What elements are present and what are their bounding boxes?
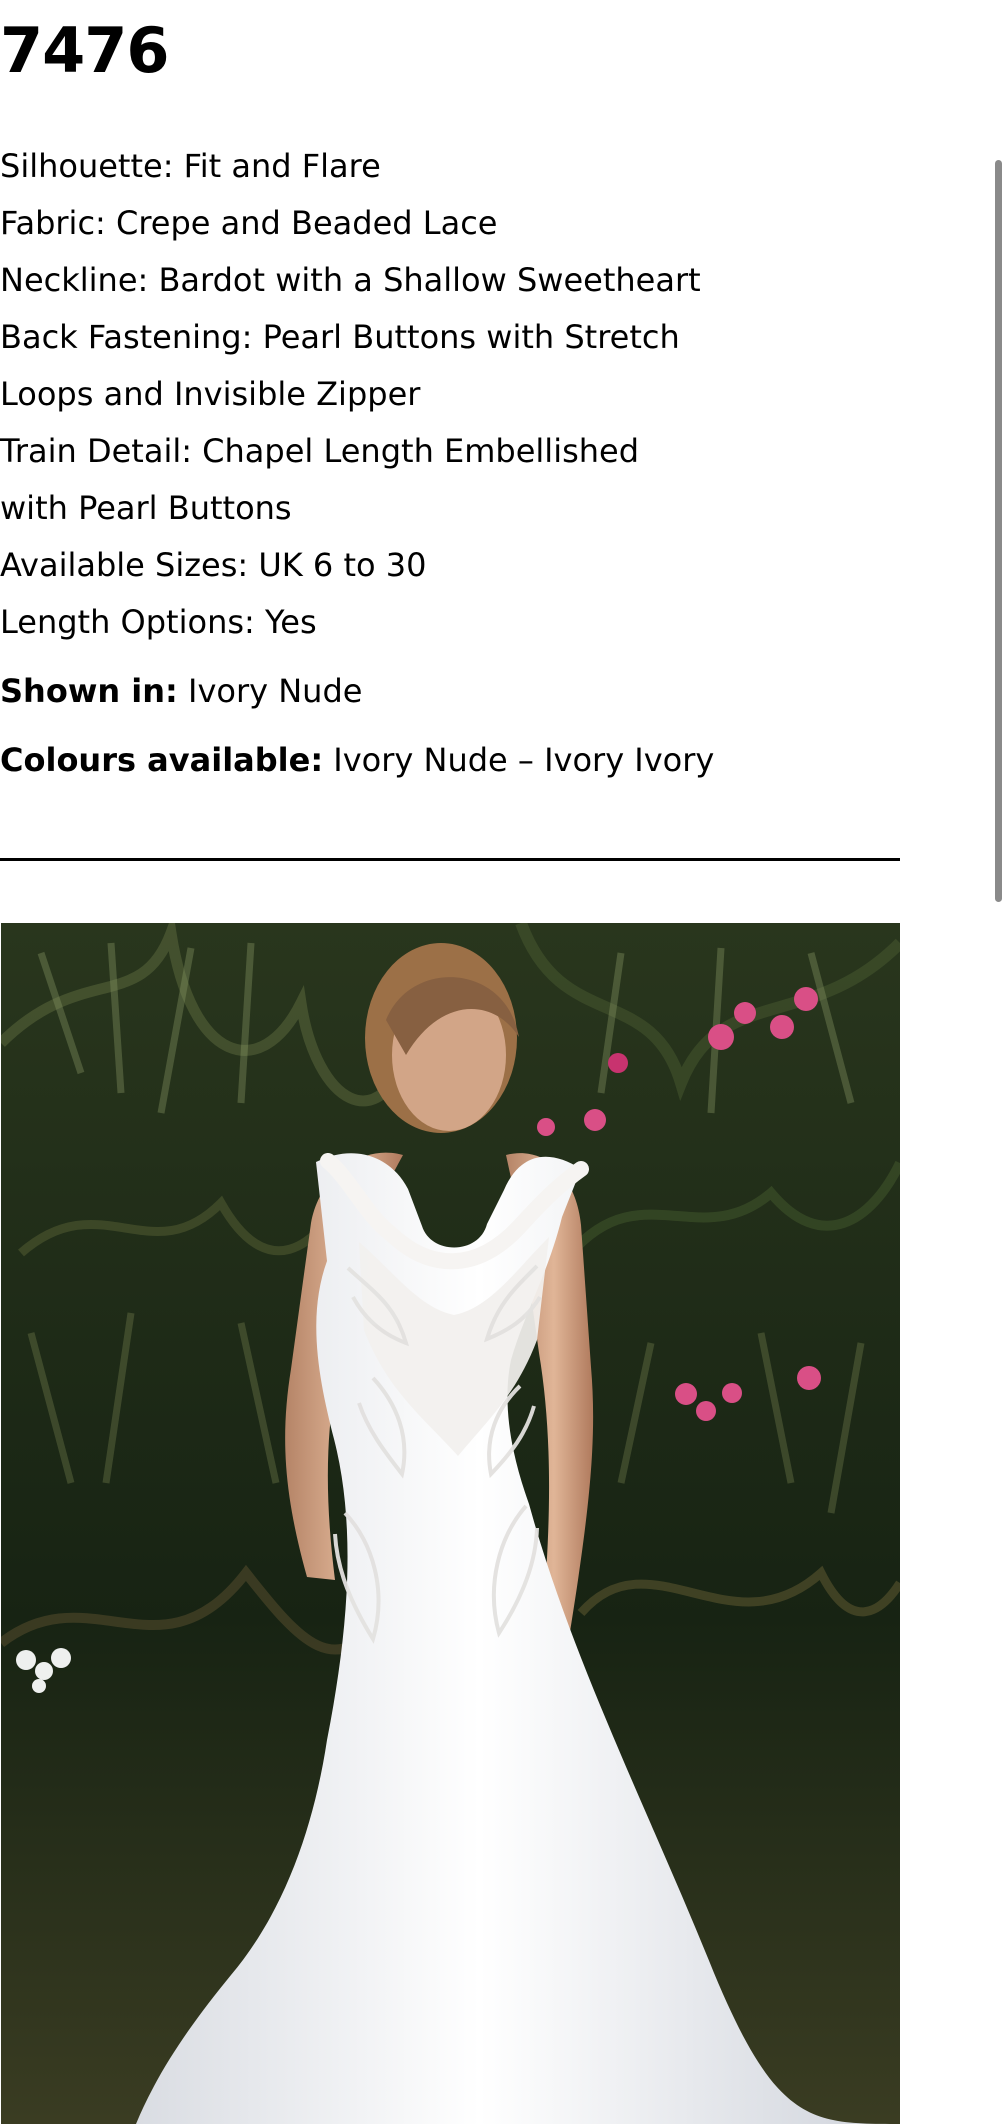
spec-line-train-detail-continued: with Pearl Buttons: [0, 489, 292, 527]
spec-line-silhouette: Silhouette: Fit and Flare: [0, 147, 381, 185]
shown-in-label: Shown in:: [0, 672, 178, 710]
colours-available-value: Ivory Nude – Ivory Ivory: [333, 741, 715, 779]
shown-in-value: Ivory Nude: [188, 672, 363, 710]
colours-available-label: Colours available:: [0, 741, 324, 779]
spec-line-available-sizes: Available Sizes: UK 6 to 30: [0, 546, 427, 584]
spec-line-back-fastening: Back Fastening: Pearl Buttons with Stret…: [0, 318, 680, 356]
product-image: [1, 923, 900, 2124]
spec-line-neckline: Neckline: Bardot with a Shallow Sweethea…: [0, 261, 701, 299]
product-title: 7476: [0, 14, 170, 87]
specification-list: Silhouette: Fit and Flare Fabric: Crepe …: [0, 138, 701, 651]
shown-in-info: Shown in: Ivory Nude: [0, 669, 362, 713]
scrollbar-thumb[interactable]: [995, 160, 1002, 902]
spec-line-fabric: Fabric: Crepe and Beaded Lace: [0, 204, 498, 242]
spec-line-back-fastening-continued: Loops and Invisible Zipper: [0, 375, 421, 413]
section-divider: [0, 858, 900, 861]
spec-line-train-detail: Train Detail: Chapel Length Embellished: [0, 432, 640, 470]
spec-line-length-options: Length Options: Yes: [0, 603, 317, 641]
page-scrollbar[interactable]: [990, 0, 1004, 2124]
colours-available-info: Colours available: Ivory Nude – Ivory Iv…: [0, 738, 714, 782]
